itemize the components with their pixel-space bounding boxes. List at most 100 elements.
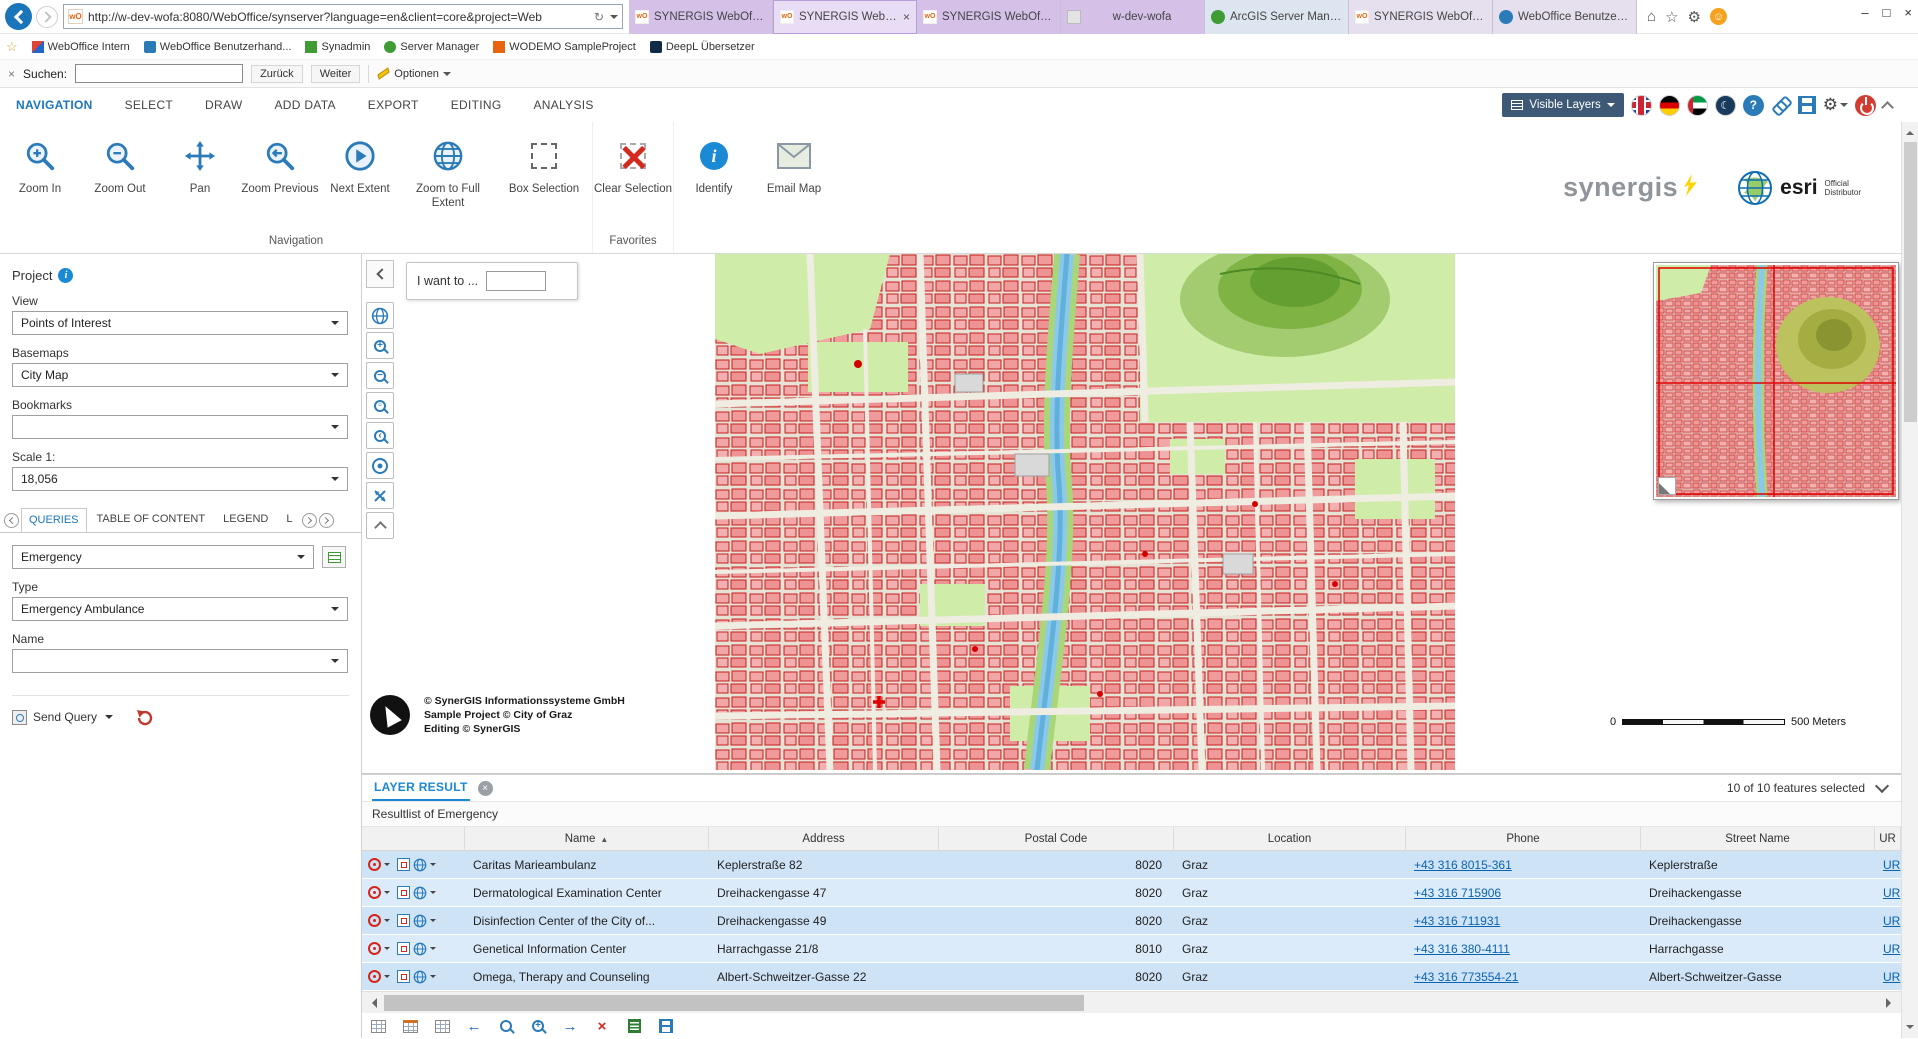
identify-tool[interactable]: i Identify xyxy=(674,132,754,253)
tab-select[interactable]: SELECT xyxy=(109,89,189,121)
tab-editing[interactable]: EDITING xyxy=(435,89,518,121)
tabs-overflow-button[interactable] xyxy=(319,513,334,528)
feature-menu-caret-icon[interactable] xyxy=(384,919,390,925)
globe-icon[interactable] xyxy=(413,914,427,928)
type-select[interactable]: Emergency Ambulance xyxy=(12,597,348,621)
find-input[interactable] xyxy=(75,64,243,83)
column-header-street-name[interactable]: Street Name xyxy=(1641,827,1875,851)
favorite-item[interactable]: WODEMO SampleProject xyxy=(493,41,636,53)
zoom-in-tool[interactable]: Zoom In xyxy=(0,132,80,231)
tab-close-icon[interactable]: × xyxy=(903,10,910,24)
scroll-up-icon[interactable] xyxy=(1906,127,1914,135)
zoom-to-feature-icon[interactable] xyxy=(397,858,410,871)
overview-toggle-button[interactable] xyxy=(1658,477,1676,495)
feature-menu-caret-icon[interactable] xyxy=(384,947,390,953)
tab-analysis[interactable]: ANALYSIS xyxy=(517,89,609,121)
panel-collapse-button[interactable] xyxy=(366,260,394,288)
dark-mode-moon-icon[interactable]: ☾ xyxy=(1715,95,1736,116)
globe-icon[interactable] xyxy=(413,970,427,984)
url-link[interactable]: UR xyxy=(1883,914,1900,928)
language-arabic-flag-icon[interactable] xyxy=(1687,95,1708,116)
highlight-feature-icon[interactable] xyxy=(368,886,381,899)
zoom-to-feature-icon[interactable] xyxy=(397,914,410,927)
feedback-smiley-icon[interactable]: ☺ xyxy=(1710,8,1727,25)
i-want-to-box[interactable]: I want to ... xyxy=(406,262,578,300)
favorite-item[interactable]: DeepL Übersetzer xyxy=(650,41,755,53)
url-link[interactable]: UR xyxy=(1883,858,1900,872)
share-link-icon[interactable] xyxy=(1767,91,1795,119)
zoom-full-extent-tool[interactable]: Zoom to Full Extent xyxy=(400,132,496,231)
browser-tab[interactable]: wOSYNERGIS WebOffice W... xyxy=(1349,0,1493,34)
browser-tab[interactable]: WebOffice Benutzerhan... xyxy=(1493,0,1637,34)
phone-link[interactable]: +43 316 715906 xyxy=(1414,886,1501,900)
phone-link[interactable]: +43 316 8015-361 xyxy=(1414,858,1512,872)
highlight-feature-icon[interactable] xyxy=(368,914,381,927)
find-options-button[interactable]: Optionen xyxy=(377,68,451,80)
app-settings-button[interactable]: ⚙ xyxy=(1823,95,1848,115)
globe-icon[interactable] xyxy=(413,858,427,872)
clear-selection-tool[interactable]: Clear Selection xyxy=(593,132,673,231)
logout-power-icon[interactable] xyxy=(1855,95,1876,116)
globe-menu-caret-icon[interactable] xyxy=(430,891,436,897)
feature-menu-caret-icon[interactable] xyxy=(384,975,390,981)
save-session-icon[interactable] xyxy=(1798,96,1816,114)
map-zoom-previous-button[interactable]: ‹ xyxy=(366,422,394,449)
i-want-to-input[interactable] xyxy=(486,271,546,291)
zoom-results-plus-button[interactable]: + xyxy=(528,1016,548,1036)
email-map-tool[interactable]: Email Map xyxy=(754,132,834,253)
pan-tool[interactable]: Pan xyxy=(160,132,240,231)
zoom-to-feature-icon[interactable] xyxy=(397,942,410,955)
feature-menu-caret-icon[interactable] xyxy=(384,891,390,897)
address-bar[interactable]: wO http://w-dev-wofa:8080/WebOffice/syns… xyxy=(63,4,623,29)
tab-queries[interactable]: QUERIES xyxy=(21,508,87,533)
map-zoom-in-button[interactable]: + xyxy=(366,332,394,359)
remove-selection-button[interactable]: × xyxy=(592,1016,612,1036)
help-icon[interactable]: ? xyxy=(1743,95,1764,116)
tab-clipped[interactable]: L xyxy=(278,507,300,532)
highlight-feature-icon[interactable] xyxy=(368,970,381,983)
scroll-left-button[interactable] xyxy=(362,992,382,1014)
zoom-to-feature-icon[interactable] xyxy=(397,970,410,983)
scroll-down-icon[interactable] xyxy=(1906,1025,1914,1033)
tabs-scroll-right-button[interactable] xyxy=(302,513,317,528)
favorite-item[interactable]: Synadmin xyxy=(305,41,370,53)
phone-link[interactable]: +43 316 380-4111 xyxy=(1414,942,1510,956)
globe-menu-caret-icon[interactable] xyxy=(430,975,436,981)
minimize-button[interactable]: – xyxy=(1861,5,1868,20)
query-select[interactable]: Emergency xyxy=(12,545,314,569)
globe-menu-caret-icon[interactable] xyxy=(430,947,436,953)
highlight-feature-icon[interactable] xyxy=(368,942,381,955)
name-select[interactable] xyxy=(12,649,348,673)
box-selection-tool[interactable]: Box Selection xyxy=(496,132,592,231)
page-vertical-scrollbar[interactable] xyxy=(1901,122,1918,1038)
language-german-flag-icon[interactable] xyxy=(1659,95,1680,116)
map-zoom-window-button[interactable]: ▫ xyxy=(366,392,394,419)
bookmarks-select[interactable] xyxy=(12,415,348,439)
url-link[interactable]: UR xyxy=(1883,942,1900,956)
visible-layers-button[interactable]: Visible Layers xyxy=(1502,93,1623,117)
globe-icon[interactable] xyxy=(413,886,427,900)
project-info-icon[interactable]: i xyxy=(58,268,73,283)
result-horizontal-scrollbar[interactable] xyxy=(362,991,1901,1013)
column-header-url[interactable]: UR xyxy=(1875,827,1901,851)
browser-tab[interactable]: wOSYNERGIS WebOffice Ad.. xyxy=(629,0,773,34)
save-results-button[interactable] xyxy=(656,1016,676,1036)
zoom-to-feature-icon[interactable] xyxy=(397,886,410,899)
find-next-button[interactable]: Weiter xyxy=(311,65,361,83)
collapse-ribbon-icon[interactable] xyxy=(1881,101,1894,114)
url-link[interactable]: UR xyxy=(1883,970,1900,984)
map-zoom-out-button[interactable]: − xyxy=(366,362,394,389)
scrollbar-thumb[interactable] xyxy=(1904,142,1917,422)
layer-result-close-icon[interactable]: × xyxy=(478,781,493,796)
url-link[interactable]: UR xyxy=(1883,886,1900,900)
language-english-flag-icon[interactable] xyxy=(1631,95,1652,116)
find-back-button[interactable]: Zurück xyxy=(251,65,303,83)
tab-draw[interactable]: DRAW xyxy=(189,89,258,121)
query-layer-icon-button[interactable] xyxy=(322,546,346,568)
zoom-results-button[interactable] xyxy=(496,1016,516,1036)
phone-link[interactable]: +43 316 711931 xyxy=(1414,914,1500,928)
table-row[interactable]: Dermatological Examination Center Dreiha… xyxy=(362,879,1901,907)
browser-tab[interactable]: wOSYNERGIS WebOffice Ad.. xyxy=(917,0,1061,34)
tab-export[interactable]: EXPORT xyxy=(352,89,435,121)
address-dropdown-caret[interactable] xyxy=(610,15,618,23)
